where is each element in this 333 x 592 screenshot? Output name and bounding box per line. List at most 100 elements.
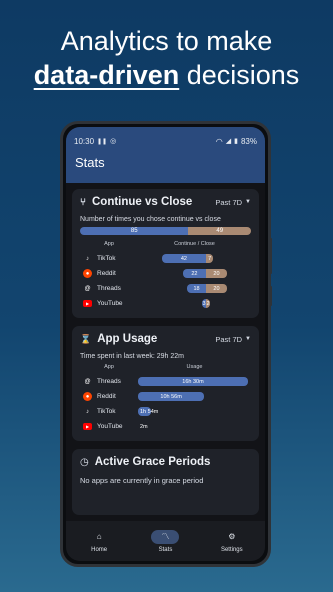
- usage-bar: 16h 30m: [138, 377, 248, 386]
- bar-track: 42 7: [138, 254, 251, 263]
- app-cell: ● Reddit: [80, 269, 138, 278]
- col-continue-close: Continue / Close: [174, 241, 215, 247]
- app-name: TikTok: [97, 408, 116, 415]
- continue-close-title: Continue vs Close: [92, 196, 193, 208]
- bar-track: 2m: [138, 422, 251, 431]
- phone-screen: 10:30 ❚❚ ◎ ◠ ◢ ▮ 83% Stats ⑂ Continue vs…: [66, 127, 265, 561]
- headline: Analytics to make data-driven decisions: [0, 24, 333, 92]
- chevron-down-icon: ▼: [245, 336, 251, 342]
- close-segment: 7: [205, 254, 214, 263]
- tiktok-icon: ♪: [86, 255, 89, 262]
- gear-icon: ⚙: [228, 532, 236, 541]
- close-segment: 20: [205, 284, 227, 293]
- continue-close-rows: ♪ TikTok 42 7 ● Reddit 22 20 @ Threads 18 20 ▶ YouTub…: [80, 251, 251, 311]
- total-continue-value: 85: [130, 228, 138, 234]
- chart-icon: 〽: [151, 529, 180, 544]
- home-icon: ⌂: [96, 532, 102, 541]
- circle-icon: ◎: [110, 138, 117, 145]
- total-close-segment: 49: [188, 227, 251, 235]
- signal-icon: ◢: [225, 138, 232, 145]
- app-usage-title: App Usage: [97, 333, 158, 345]
- app-usage-rows: @ Threads 16h 30m ● Reddit 10h 56m ♪ TikTok 1h 5…: [80, 374, 251, 434]
- table-row: ♪ TikTok 42 7: [80, 251, 251, 266]
- nav-stats[interactable]: 〽 Stats: [135, 529, 195, 553]
- table-row: ● Reddit 22 20: [80, 266, 251, 281]
- table-row: ● Reddit 10h 56m: [80, 389, 251, 404]
- continue-close-bar: 42 7: [161, 254, 214, 263]
- phone-frame: 10:30 ❚❚ ◎ ◠ ◢ ▮ 83% Stats ⑂ Continue vs…: [60, 121, 271, 567]
- bar-track: 10h 56m: [138, 392, 251, 401]
- threads-icon: @: [84, 378, 91, 385]
- nav-settings[interactable]: ⚙ Settings: [202, 530, 262, 553]
- battery-percent: 83%: [240, 136, 257, 146]
- app-name: Threads: [97, 378, 121, 385]
- bottom-nav: ⌂ Home 〽 Stats ⚙ Settings: [66, 521, 265, 561]
- col-app: App: [104, 241, 114, 247]
- continue-close-bar: 22 20: [182, 269, 227, 278]
- continue-close-range-dropdown[interactable]: Past 7D ▼: [215, 198, 251, 207]
- table-row: ♪ TikTok 1h 54m: [80, 404, 251, 419]
- usage-label: 16h 30m: [182, 378, 204, 385]
- col-usage: Usage: [186, 364, 203, 370]
- page-title: Stats: [75, 155, 105, 170]
- continue-close-card: ⑂ Continue vs Close Past 7D ▼ Number of …: [72, 189, 259, 318]
- youtube-icon: ▶: [83, 300, 92, 307]
- clock: 10:30: [74, 136, 95, 146]
- bar-track: 32: [138, 299, 251, 308]
- nav-home[interactable]: ⌂ Home: [69, 530, 129, 553]
- usage-bar: 2m: [138, 422, 148, 431]
- usage-bar: 1h 54m: [138, 407, 158, 416]
- total-bar: 85 49: [80, 227, 251, 235]
- table-row: @ Threads 18 20: [80, 281, 251, 296]
- nav-home-label: Home: [91, 546, 108, 553]
- continue-segment: 22: [182, 269, 206, 278]
- usage-label: 2m: [140, 423, 148, 430]
- pause-icon: ❚❚: [97, 138, 108, 145]
- app-name: Reddit: [97, 393, 116, 400]
- app-usage-range-dropdown[interactable]: Past 7D ▼: [215, 335, 251, 344]
- total-close-value: 49: [216, 228, 224, 234]
- threads-icon: @: [84, 285, 91, 292]
- status-bar: 10:30 ❚❚ ◎ ◠ ◢ ▮ 83%: [66, 127, 265, 155]
- app-name: Threads: [97, 285, 121, 292]
- app-cell: ♪ TikTok: [80, 254, 138, 263]
- reddit-icon: ●: [83, 392, 92, 401]
- app-cell: ▶ YouTube: [80, 423, 138, 430]
- wifi-icon: ◠: [215, 136, 223, 146]
- total-continue-segment: 85: [80, 227, 189, 235]
- app-cell: ● Reddit: [80, 392, 138, 401]
- app-name: TikTok: [97, 255, 116, 262]
- usage-label: 1h 54m: [140, 408, 159, 415]
- continue-close-bar: 18 20: [187, 284, 227, 293]
- headline-line2: data-driven decisions: [0, 58, 333, 92]
- reddit-icon: ●: [83, 269, 92, 278]
- continue-segment: 18: [187, 284, 206, 293]
- fork-icon: ⑂: [80, 196, 86, 208]
- usage-label: 10h 56m: [160, 393, 182, 400]
- app-usage-card: ⌛ App Usage Past 7D ▼ Time spent in last…: [72, 326, 259, 441]
- app-cell: @ Threads: [80, 284, 138, 293]
- main-content[interactable]: ⑂ Continue vs Close Past 7D ▼ Number of …: [66, 183, 265, 515]
- clock-icon: ◷: [80, 456, 89, 468]
- app-name: YouTube: [97, 423, 123, 430]
- app-cell: ♪ TikTok: [80, 407, 138, 416]
- range-label: Past 7D: [215, 334, 243, 344]
- bar-track: 1h 54m: [138, 407, 251, 416]
- app-name: Reddit: [97, 270, 116, 277]
- tiktok-icon: ♪: [86, 408, 89, 415]
- bar-track: 18 20: [138, 284, 251, 293]
- close-segment: 2: [206, 299, 210, 308]
- app-bar: Stats: [66, 155, 265, 183]
- nav-settings-label: Settings: [220, 546, 243, 553]
- table-row: @ Threads 16h 30m: [80, 374, 251, 389]
- col-app: App: [104, 364, 114, 370]
- table-row: ▶ YouTube 3 2: [80, 296, 251, 311]
- headline-bold: data-driven: [33, 60, 180, 90]
- youtube-icon: ▶: [83, 423, 92, 430]
- range-label: Past 7D: [215, 197, 243, 207]
- hourglass-icon: ⌛: [80, 333, 92, 344]
- grace-title: Active Grace Periods: [94, 456, 211, 468]
- app-name: YouTube: [97, 300, 123, 307]
- close-segment: 20: [205, 269, 227, 278]
- app-cell: ▶ YouTube: [80, 300, 138, 307]
